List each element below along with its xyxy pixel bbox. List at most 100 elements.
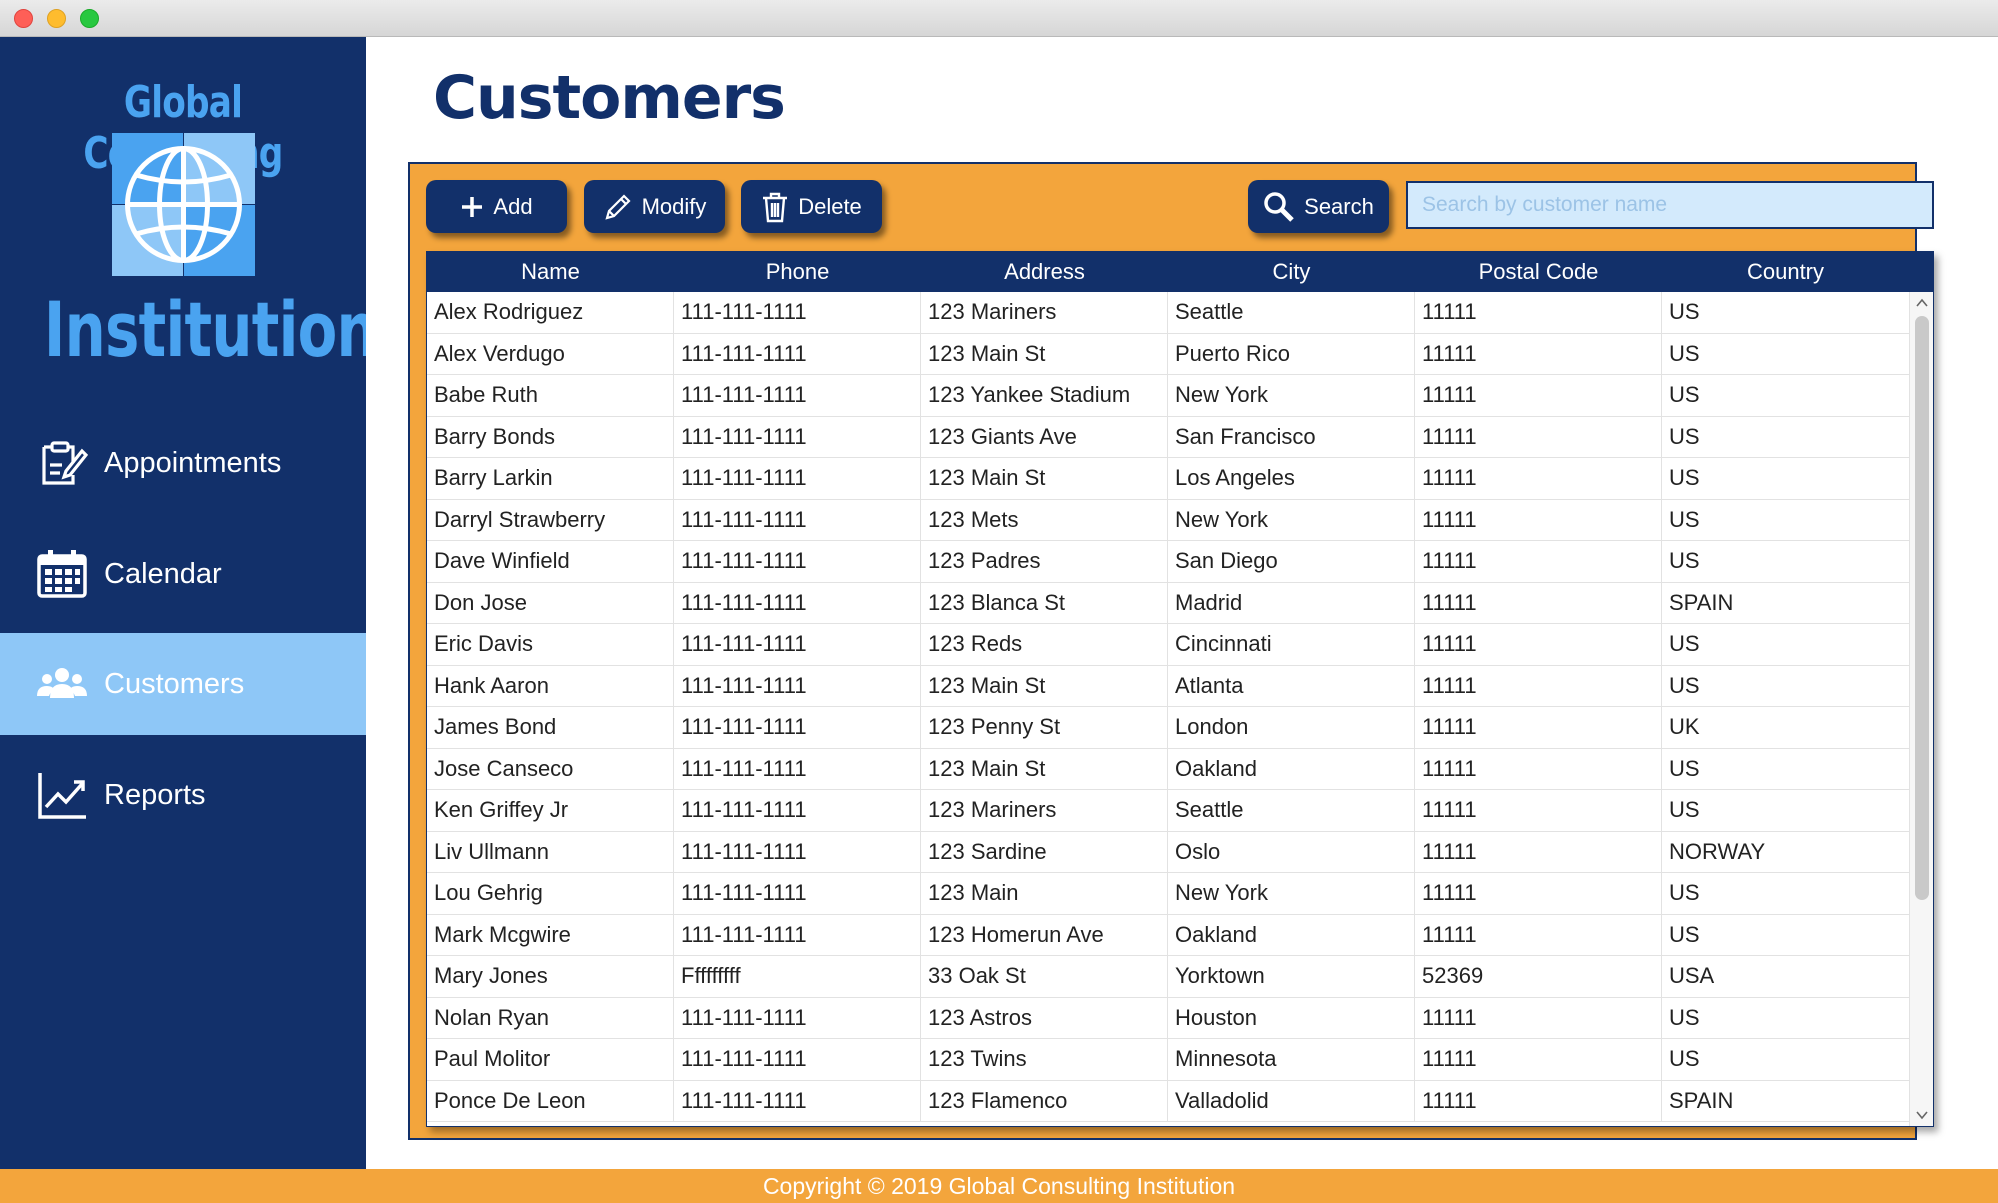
cell-city: Cincinnati bbox=[1168, 624, 1415, 665]
sidebar-item-label: Appointments bbox=[104, 446, 282, 479]
cell-name: Hank Aaron bbox=[427, 665, 674, 706]
scroll-down-arrow-icon[interactable] bbox=[1916, 1110, 1928, 1120]
column-header-address[interactable]: Address bbox=[921, 252, 1168, 292]
cell-name: Lou Gehrig bbox=[427, 873, 674, 914]
table-row[interactable]: Ken Griffey Jr 111-111-1111 123 Mariners Se… bbox=[427, 790, 1909, 832]
cell-city: Atlanta bbox=[1168, 665, 1415, 706]
table-row[interactable]: Alex Verdugo 111-111-1111 123 Main St Puert… bbox=[427, 333, 1909, 375]
cell-country: US bbox=[1669, 423, 1700, 449]
cell-phone: 111-111-1111 bbox=[674, 375, 921, 416]
cell-address: 123 Twins bbox=[921, 1039, 1168, 1080]
sidebar-item-label: Calendar bbox=[104, 557, 222, 590]
table-row[interactable]: Mary Jones Fffffffff 33 Oak St Yorktown 5236… bbox=[427, 956, 1909, 998]
column-header-city[interactable]: City bbox=[1168, 252, 1415, 292]
cell-phone: 111-111-1111 bbox=[674, 873, 921, 914]
table-row[interactable]: Barry Larkin 111-111-1111 123 Main St Los A… bbox=[427, 458, 1909, 500]
search-button[interactable]: Search bbox=[1248, 180, 1389, 233]
cell-name: Eric Davis bbox=[427, 624, 674, 665]
sidebar-item-customers[interactable]: Customers bbox=[0, 633, 366, 735]
cell-country: USA bbox=[1669, 963, 1715, 989]
cell-name: Jose Canseco bbox=[427, 748, 674, 789]
cell-country: US bbox=[1669, 880, 1700, 906]
scrollbar-thumb[interactable] bbox=[1915, 316, 1929, 900]
column-header-name[interactable]: Name bbox=[427, 252, 674, 292]
table-row[interactable]: Nolan Ryan 111-111-1111 123 Astros Houston 1… bbox=[427, 997, 1909, 1039]
cell-phone: 111-111-1111 bbox=[674, 748, 921, 789]
cell-city: Seattle bbox=[1168, 790, 1415, 831]
cell-name: Dave Winfield bbox=[427, 541, 674, 582]
cell-name: Paul Molitor bbox=[427, 1039, 674, 1080]
title-bar bbox=[0, 0, 1998, 37]
cell-postal-code: 11111 bbox=[1415, 1080, 1662, 1121]
cell-country: US bbox=[1669, 1004, 1700, 1030]
column-header-phone[interactable]: Phone bbox=[674, 252, 921, 292]
cell-city: Los Angeles bbox=[1168, 458, 1415, 499]
delete-button-label: Delete bbox=[798, 193, 862, 219]
cell-country: UK bbox=[1669, 714, 1700, 740]
cell-city: Seattle bbox=[1168, 292, 1415, 333]
sidebar-item-appointments[interactable]: Appointments bbox=[0, 412, 366, 514]
table-row[interactable]: Ponce De Leon 111-111-1111 123 Flamenco Val… bbox=[427, 1080, 1909, 1122]
app-window: Global Consulting Institution bbox=[0, 0, 1998, 1203]
table-row[interactable]: Alex Rodriguez 111-111-1111 123 Mariners Se… bbox=[427, 292, 1909, 334]
cell-name: Nolan Ryan bbox=[427, 997, 674, 1038]
cell-phone: 111-111-1111 bbox=[674, 541, 921, 582]
clipboard-edit-icon bbox=[36, 437, 89, 489]
cell-city: Minnesota bbox=[1168, 1039, 1415, 1080]
cell-address: 123 Main St bbox=[921, 748, 1168, 789]
cell-postal-code: 11111 bbox=[1415, 873, 1662, 914]
sidebar-item-calendar[interactable]: Calendar bbox=[0, 523, 366, 625]
cell-address: 123 Main St bbox=[921, 665, 1168, 706]
cell-city: New York bbox=[1168, 873, 1415, 914]
close-window-button[interactable] bbox=[14, 9, 33, 28]
table-row[interactable]: Mark Mcgwire 111-111-1111 123 Homerun Ave O… bbox=[427, 914, 1909, 956]
modify-button-label: Modify bbox=[641, 193, 707, 219]
table-row[interactable]: Dave Winfield 111-111-1111 123 Padres San D… bbox=[427, 541, 1909, 583]
cell-postal-code: 11111 bbox=[1415, 707, 1662, 748]
table-row[interactable]: Paul Molitor 111-111-1111 123 Twins Minneso… bbox=[427, 1039, 1909, 1081]
table-row[interactable]: Eric Davis 111-111-1111 123 Reds Cincinnati… bbox=[427, 624, 1909, 666]
cell-city: Valladolid bbox=[1168, 1080, 1415, 1121]
scroll-up-arrow-icon[interactable] bbox=[1916, 298, 1928, 308]
column-header-postal-code[interactable]: Postal Code bbox=[1415, 252, 1662, 292]
table-row[interactable]: Jose Canseco 111-111-1111 123 Main St Oakla… bbox=[427, 748, 1909, 790]
sidebar: Global Consulting Institution bbox=[0, 37, 378, 1169]
table-row[interactable]: Don Jose 111-111-1111 123 Blanca St Madrid 1… bbox=[427, 582, 1909, 624]
table-body: Alex Rodriguez 111-111-1111 123 Mariners Se… bbox=[427, 292, 1909, 1122]
vertical-scrollbar[interactable] bbox=[1909, 292, 1933, 1126]
delete-button[interactable]: Delete bbox=[741, 180, 882, 233]
zoom-window-button[interactable] bbox=[80, 9, 99, 28]
sidebar-item-label: Reports bbox=[104, 778, 206, 811]
pencil-icon bbox=[604, 193, 631, 220]
table-row[interactable]: Liv Ullmann 111-111-1111 123 Sardine Oslo 11… bbox=[427, 831, 1909, 873]
table-row[interactable]: Hank Aaron 111-111-1111 123 Main St Atlanta… bbox=[427, 665, 1909, 707]
sidebar-item-label: Customers bbox=[104, 667, 245, 700]
table-row[interactable]: Babe Ruth 111-111-1111 123 Yankee Stadium N… bbox=[427, 375, 1909, 417]
table-row[interactable]: James Bond 111-111-1111 123 Penny St London… bbox=[427, 707, 1909, 749]
cell-postal-code: 11111 bbox=[1415, 914, 1662, 955]
cell-country: NORWAY bbox=[1669, 838, 1766, 864]
cell-country: US bbox=[1669, 465, 1700, 491]
cell-country: US bbox=[1669, 340, 1700, 366]
main-content: Customers Add Modify Delete Search Searc… bbox=[366, 37, 1998, 1169]
cell-phone: 111-111-1111 bbox=[674, 790, 921, 831]
column-header-country[interactable]: Country bbox=[1662, 252, 1909, 292]
customers-table: Name Phone Address City Postal Code Coun… bbox=[426, 251, 1934, 1127]
cell-address: 123 Mets bbox=[921, 499, 1168, 540]
table-row[interactable]: Barry Bonds 111-111-1111 123 Giants Ave San… bbox=[427, 416, 1909, 458]
add-button[interactable]: Add bbox=[426, 180, 567, 233]
cell-phone: 111-111-1111 bbox=[674, 458, 921, 499]
cell-country: US bbox=[1669, 672, 1700, 698]
table-row[interactable]: Darryl Strawberry 111-111-1111 123 Mets New… bbox=[427, 499, 1909, 541]
globe-logo-icon bbox=[112, 133, 255, 276]
cell-city: San Francisco bbox=[1168, 416, 1415, 457]
table-row[interactable]: Lou Gehrig 111-111-1111 123 Main New York 11… bbox=[427, 873, 1909, 915]
cell-phone: 111-111-1111 bbox=[674, 416, 921, 457]
sidebar-item-reports[interactable]: Reports bbox=[0, 744, 366, 846]
cell-country: US bbox=[1669, 631, 1700, 657]
calendar-icon bbox=[36, 548, 88, 600]
search-input[interactable] bbox=[1406, 181, 1934, 229]
modify-button[interactable]: Modify bbox=[584, 180, 725, 233]
minimize-window-button[interactable] bbox=[47, 9, 66, 28]
cell-city: New York bbox=[1168, 375, 1415, 416]
